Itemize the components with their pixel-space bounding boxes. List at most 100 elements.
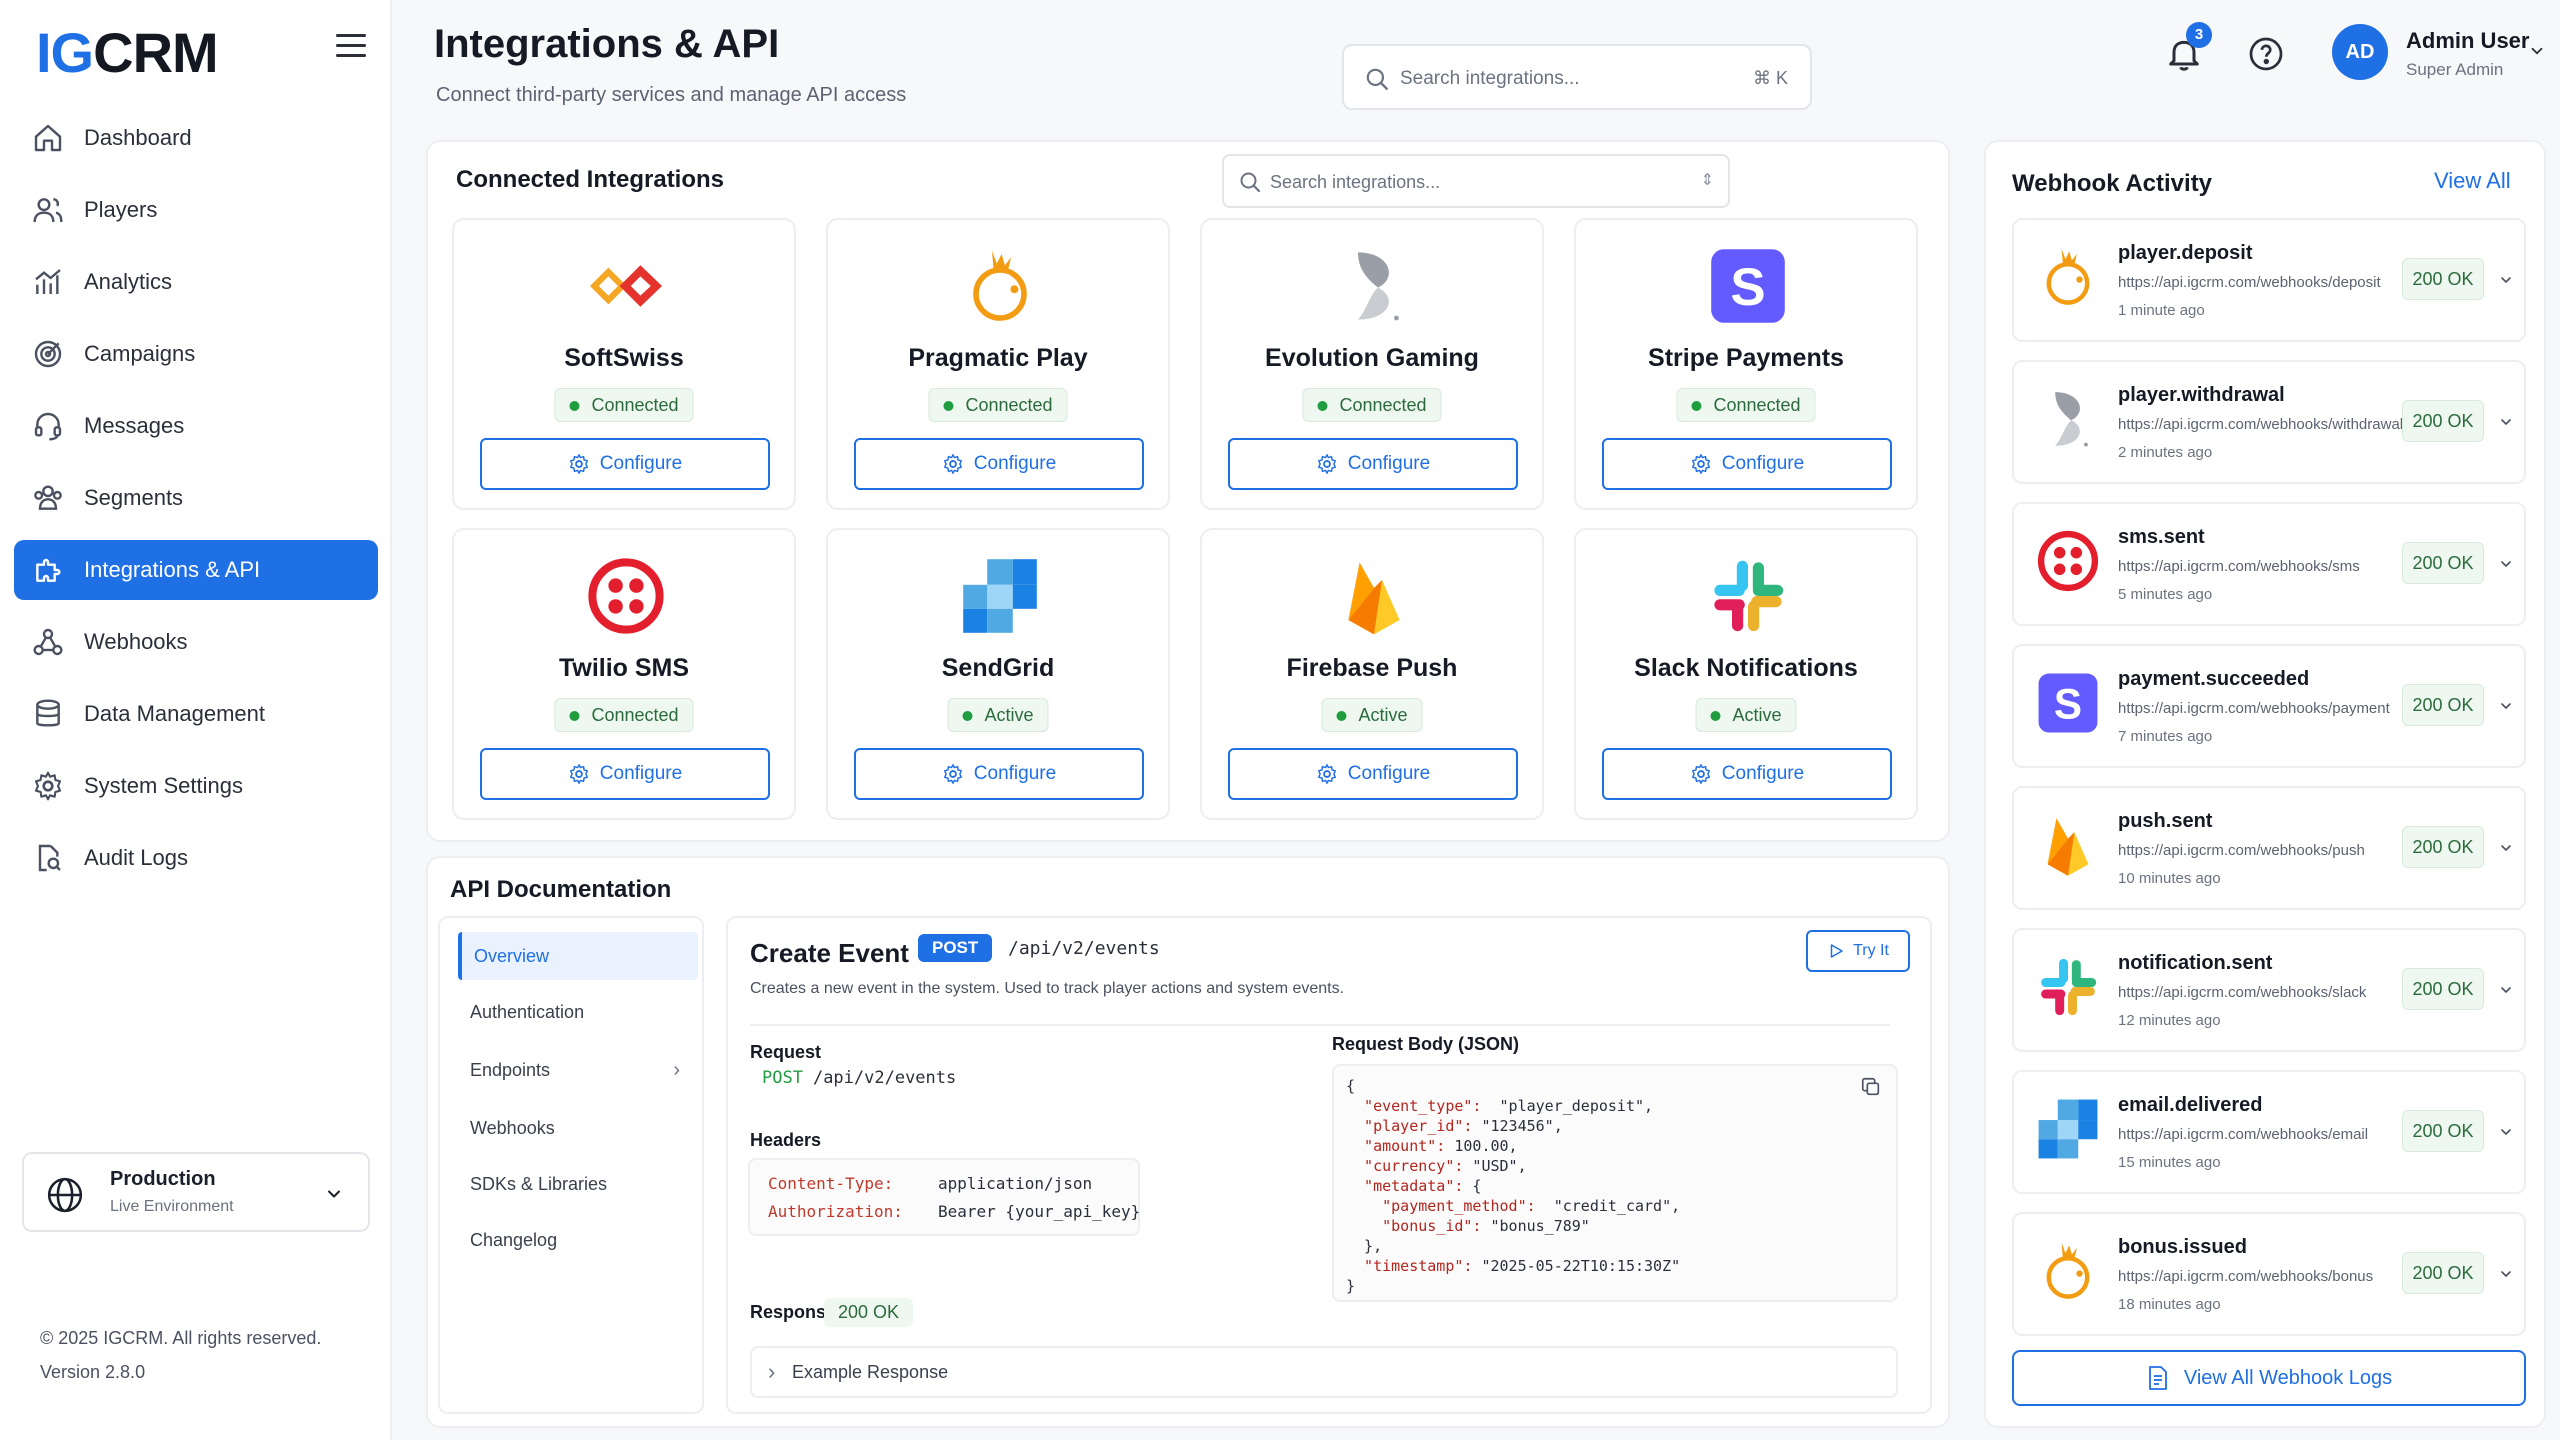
chevron-down-icon[interactable] bbox=[2498, 556, 2514, 572]
webhook-item[interactable]: player.withdrawal https://api.igcrm.com/… bbox=[2012, 360, 2526, 484]
environment-selector[interactable]: Production Live Environment bbox=[22, 1152, 370, 1232]
sidebar-item-players[interactable]: Players bbox=[14, 180, 378, 240]
webhook-event: notification.sent bbox=[2118, 952, 2273, 974]
chevron-down-icon[interactable] bbox=[2528, 42, 2546, 60]
configure-button[interactable]: Configure bbox=[480, 748, 770, 800]
code-line: } bbox=[1346, 1277, 1356, 1295]
integration-card-firebase: Firebase Push Active Configure bbox=[1200, 528, 1544, 820]
chevron-down-icon[interactable] bbox=[2498, 982, 2514, 998]
code-line: }, bbox=[1346, 1237, 1383, 1255]
webhook-url: https://api.igcrm.com/webhooks/deposit bbox=[2118, 274, 2381, 291]
code-line: "bonus_id": "bonus_789" bbox=[1346, 1217, 1590, 1235]
webhook-item[interactable]: email.delivered https://api.igcrm.com/we… bbox=[2012, 1070, 2526, 1194]
user-name[interactable]: Admin User bbox=[2406, 28, 2529, 54]
sidebar-item-system-settings[interactable]: System Settings bbox=[14, 756, 378, 816]
target-icon bbox=[34, 340, 62, 368]
configure-button[interactable]: Configure bbox=[1228, 748, 1518, 800]
integration-name: Stripe Payments bbox=[1648, 344, 1844, 372]
headset-icon bbox=[34, 412, 62, 441]
doc-nav-sdks[interactable]: SDKs & Libraries bbox=[458, 1160, 698, 1208]
integration-card-evolution-gaming: Evolution Gaming Connected Configure bbox=[1200, 218, 1544, 510]
help-icon[interactable] bbox=[2248, 36, 2284, 72]
sidebar-item-analytics[interactable]: Analytics bbox=[14, 252, 378, 312]
configure-button[interactable]: Configure bbox=[854, 748, 1144, 800]
stripe-logo bbox=[1708, 246, 1788, 326]
integration-card-stripe: Stripe Payments Connected Configure bbox=[1574, 218, 1918, 510]
sort-icon[interactable]: ⇕ bbox=[1701, 170, 1714, 190]
chevron-down-icon[interactable] bbox=[2498, 698, 2514, 714]
webhook-item[interactable]: sms.sent https://api.igcrm.com/webhooks/… bbox=[2012, 502, 2526, 626]
file-search-icon bbox=[38, 844, 61, 872]
sidebar-item-data-management[interactable]: Data Management bbox=[14, 684, 378, 744]
sidebar-item-messages[interactable]: Messages bbox=[14, 396, 378, 456]
sidebar-item-segments[interactable]: Segments bbox=[14, 468, 378, 528]
webhook-item[interactable]: push.sent https://api.igcrm.com/webhooks… bbox=[2012, 786, 2526, 910]
doc-nav-overview[interactable]: Overview bbox=[458, 932, 698, 980]
request-method: POST bbox=[762, 1068, 803, 1088]
webhook-item[interactable]: notification.sent https://api.igcrm.com/… bbox=[2012, 928, 2526, 1052]
configure-label: Configure bbox=[1347, 763, 1431, 784]
doc-nav-endpoints-label: Endpoints bbox=[470, 1060, 551, 1080]
avatar[interactable]: AD bbox=[2332, 24, 2388, 80]
configure-button[interactable]: Configure bbox=[480, 438, 770, 490]
chevron-down-icon[interactable] bbox=[2498, 840, 2514, 856]
webhook-item[interactable]: bonus.issued https://api.igcrm.com/webho… bbox=[2012, 1212, 2526, 1336]
configure-label: Configure bbox=[1721, 763, 1805, 784]
configure-button[interactable]: Configure bbox=[854, 438, 1144, 490]
configure-label: Configure bbox=[973, 763, 1057, 784]
app-logo[interactable]: IGCRM bbox=[36, 20, 219, 85]
evolution-logo bbox=[2036, 384, 2100, 454]
sidebar-nav: Dashboard Players Analytics Campaigns Me… bbox=[14, 108, 378, 900]
chevron-down-icon[interactable] bbox=[2498, 414, 2514, 430]
view-all-link[interactable]: View All bbox=[2434, 168, 2511, 194]
webhook-time: 2 minutes ago bbox=[2118, 444, 2213, 461]
view-webhook-logs-button[interactable]: View All Webhook Logs bbox=[2012, 1350, 2526, 1406]
request-path: /api/v2/events bbox=[812, 1068, 957, 1088]
webhook-url: https://api.igcrm.com/webhooks/email bbox=[2118, 1126, 2369, 1143]
configure-button[interactable]: Configure bbox=[1602, 748, 1892, 800]
request-body-code: { "event_type": "player_deposit", "playe… bbox=[1332, 1064, 1898, 1302]
configure-label: Configure bbox=[599, 453, 683, 474]
doc-nav-webhooks[interactable]: Webhooks bbox=[458, 1104, 698, 1152]
user-role: Super Admin bbox=[2406, 60, 2504, 79]
puzzle-icon bbox=[36, 558, 61, 582]
webhook-item[interactable]: payment.succeeded https://api.igcrm.com/… bbox=[2012, 644, 2526, 768]
sidebar-item-dashboard[interactable]: Dashboard bbox=[14, 108, 378, 168]
doc-nav-endpoints[interactable]: Endpoints › bbox=[458, 1046, 698, 1094]
document-icon bbox=[2148, 1366, 2167, 1390]
webhook-item[interactable]: player.deposit https://api.igcrm.com/web… bbox=[2012, 218, 2526, 342]
status-badge: 200 OK bbox=[2402, 684, 2484, 726]
menu-toggle-icon[interactable] bbox=[336, 34, 366, 58]
sidebar-item-label: Players bbox=[84, 197, 158, 222]
example-response-toggle[interactable]: Example Response bbox=[750, 1346, 1898, 1398]
integration-card-sendgrid: SendGrid Active Configure bbox=[826, 528, 1170, 820]
gear-icon bbox=[568, 763, 590, 785]
play-icon bbox=[1830, 944, 1843, 958]
gear-icon bbox=[942, 763, 964, 785]
api-endpoint-detail: Create Event POST /api/v2/events Creates… bbox=[726, 916, 1932, 1414]
sidebar-item-webhooks[interactable]: Webhooks bbox=[14, 612, 378, 672]
logo-ig: IG bbox=[36, 21, 94, 84]
sidebar-item-integrations[interactable]: Integrations & API bbox=[14, 540, 378, 600]
sidebar-item-audit-logs[interactable]: Audit Logs bbox=[14, 828, 378, 888]
configure-button[interactable]: Configure bbox=[1228, 438, 1518, 490]
chevron-down-icon[interactable] bbox=[2498, 1124, 2514, 1140]
pragmatic-logo bbox=[2036, 242, 2100, 312]
status-badge: Active bbox=[947, 698, 1049, 732]
code-line: "player_id": "123456", bbox=[1346, 1117, 1563, 1135]
chevron-down-icon[interactable] bbox=[2498, 1266, 2514, 1282]
environment-subtitle: Live Environment bbox=[110, 1198, 234, 1215]
chevron-down-icon[interactable] bbox=[2498, 272, 2514, 288]
webhook-time: 5 minutes ago bbox=[2118, 586, 2213, 603]
try-it-button[interactable]: Try It bbox=[1806, 930, 1910, 972]
doc-nav-authentication[interactable]: Authentication bbox=[458, 988, 698, 1036]
configure-button[interactable]: Configure bbox=[1602, 438, 1892, 490]
copy-icon[interactable] bbox=[1860, 1076, 1882, 1098]
global-search[interactable]: Search integrations... ⌘ K bbox=[1342, 44, 1812, 110]
doc-nav-changelog[interactable]: Changelog bbox=[458, 1216, 698, 1264]
header-value: Bearer {your_api_key} bbox=[938, 1202, 1141, 1221]
webhook-url: https://api.igcrm.com/webhooks/payment bbox=[2118, 700, 2390, 717]
integrations-search[interactable]: Search integrations... ⇕ bbox=[1222, 154, 1730, 208]
sidebar-item-campaigns[interactable]: Campaigns bbox=[14, 324, 378, 384]
sidebar-item-label: Dashboard bbox=[84, 125, 192, 150]
